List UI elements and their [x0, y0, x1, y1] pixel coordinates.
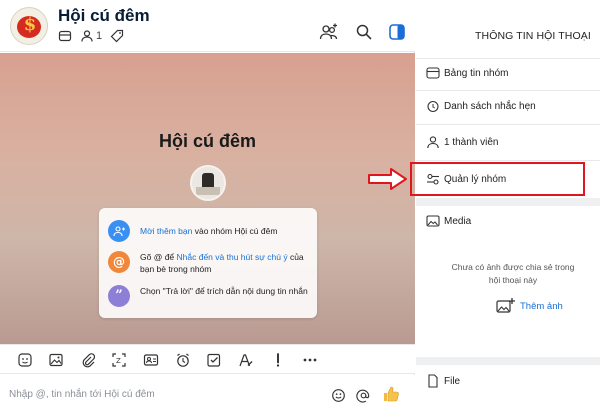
panel-title: THÔNG TIN HỘI THOẠI: [475, 30, 591, 42]
panel-divider: [416, 124, 600, 125]
emoji-icon[interactable]: [331, 388, 346, 403]
panel-item-media[interactable]: Media: [426, 213, 471, 229]
message-composer[interactable]: Nhập @, tin nhắn tới Hội cú đêm: [0, 375, 415, 413]
contact-card-icon[interactable]: [143, 352, 159, 368]
tip-quote-text: Chọn "Trả lời" để trích dẫn nội dung tin…: [140, 286, 308, 296]
panel-item-label: 1 thành viên: [444, 136, 499, 148]
media-icon: [426, 215, 440, 227]
chat-pane: $ Hội cú đêm 1 Hội cú đêm Mời thêm bạn v…: [0, 0, 415, 413]
highlight-box: [410, 162, 585, 196]
pointer-arrow-icon: [368, 168, 407, 190]
search-icon[interactable]: [354, 22, 374, 42]
tag-icon[interactable]: [110, 29, 124, 43]
composer-toolbar: Z: [0, 344, 415, 374]
sticker-icon[interactable]: [17, 352, 33, 368]
bulletin-board-icon: [426, 67, 440, 79]
chat-header: $ Hội cú đêm 1: [0, 0, 415, 52]
mention-link[interactable]: Nhắc đến và thu hút sự chú ý: [177, 252, 288, 262]
panel-divider: [416, 90, 600, 91]
add-photo-label: Thêm ảnh: [520, 300, 563, 312]
avatar-glyph: $: [23, 14, 37, 35]
group-meta: 1: [58, 29, 124, 43]
group-title[interactable]: Hội cú đêm: [58, 6, 150, 26]
add-photo-button[interactable]: Thêm ảnh: [496, 297, 563, 315]
alarm-clock-icon: [427, 100, 439, 113]
attachment-icon[interactable]: [80, 352, 96, 368]
panel-item-file[interactable]: File: [426, 373, 460, 389]
toggle-info-panel-icon[interactable]: [387, 22, 407, 42]
important-icon[interactable]: [270, 352, 286, 368]
message-input[interactable]: Nhập @, tin nhắn tới Hội cú đêm: [9, 389, 155, 400]
chat-canvas: Hội cú đêm Mời thêm bạn vào nhóm Hội cú …: [0, 53, 415, 344]
section-gap: [416, 357, 600, 365]
tip-mention[interactable]: @ Gõ @ để Nhắc đến và thu hút sự chú ý c…: [108, 251, 310, 275]
member-count: 1: [96, 30, 103, 42]
invite-friends-icon: [108, 220, 130, 242]
panel-divider: [416, 160, 600, 161]
task-icon[interactable]: [206, 352, 222, 368]
section-gap: [416, 198, 600, 206]
panel-item-reminders[interactable]: Danh sách nhắc hẹn: [426, 98, 536, 114]
at-mention-icon: @: [108, 251, 130, 273]
image-icon[interactable]: [48, 352, 64, 368]
conversation-info-panel: THÔNG TIN HỘI THOẠI Bảng tin nhóm Danh s…: [416, 0, 600, 413]
more-icon[interactable]: [302, 352, 318, 368]
member-count-button[interactable]: 1: [80, 29, 102, 43]
mention-icon[interactable]: [356, 388, 371, 403]
panel-item-bulletin-board[interactable]: Bảng tin nhóm: [426, 65, 509, 81]
screenshot-icon[interactable]: Z: [111, 352, 127, 368]
media-label: Media: [444, 215, 472, 227]
panel-divider: [416, 58, 600, 59]
tip-invite-text: vào nhóm Hội cú đêm: [192, 226, 278, 236]
add-member-icon[interactable]: [319, 22, 339, 42]
file-label: File: [444, 375, 461, 387]
panel-item-members[interactable]: 1 thành viên: [426, 134, 499, 150]
welcome-tips-card: Mời thêm bạn vào nhóm Hội cú đêm @ Gõ @ …: [99, 208, 317, 318]
panel-item-label: Bảng tin nhóm: [444, 67, 509, 79]
tip-invite[interactable]: Mời thêm bạn vào nhóm Hội cú đêm: [108, 220, 310, 242]
tip-mention-text: Gõ @ để: [140, 252, 177, 262]
bulletin-icon[interactable]: [58, 29, 72, 43]
media-empty-text: Chưa có ảnh được chia sẻ trong hội thoại…: [451, 262, 575, 285]
add-photo-icon: [496, 298, 515, 313]
invite-friends-link[interactable]: Mời thêm bạn: [140, 226, 192, 236]
text-format-icon[interactable]: [238, 352, 254, 368]
thumbs-up-icon[interactable]: [382, 385, 400, 403]
group-avatar[interactable]: $: [10, 7, 48, 45]
reminder-icon[interactable]: [175, 352, 191, 368]
welcome-title: Hội cú đêm: [158, 131, 256, 151]
quote-icon: ”: [108, 285, 130, 307]
file-icon: [428, 374, 438, 388]
tip-quote[interactable]: ” Chọn "Trả lời" để trích dẫn nội dung t…: [108, 285, 310, 307]
svg-text:Z: Z: [116, 357, 121, 365]
avatar-ground: [196, 187, 220, 195]
member-icon: [81, 30, 93, 42]
panel-item-label: Danh sách nhắc hẹn: [444, 100, 536, 112]
welcome-group-avatar: [190, 165, 226, 201]
member-icon: [427, 136, 439, 149]
